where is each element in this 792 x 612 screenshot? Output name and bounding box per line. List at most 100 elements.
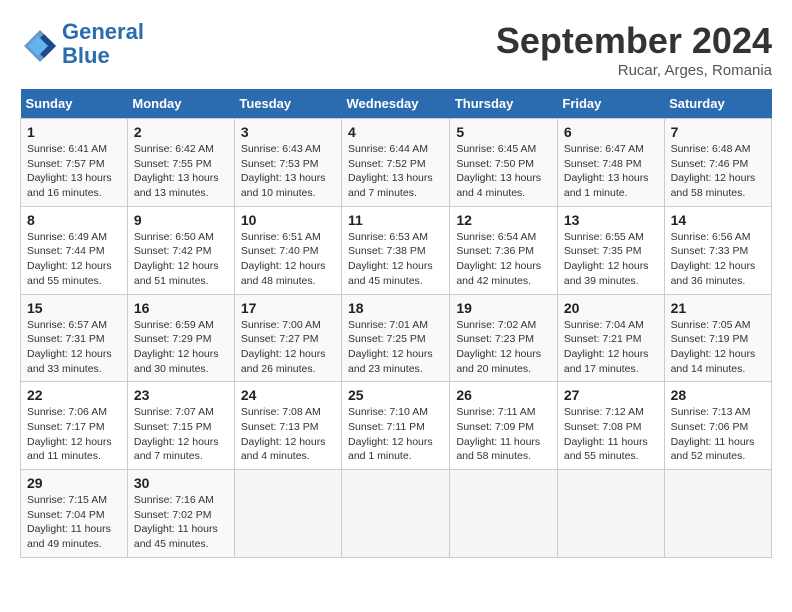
day-info: Sunrise: 7:04 AM Sunset: 7:21 PM Dayligh… bbox=[564, 318, 658, 377]
logo-icon bbox=[20, 26, 56, 62]
logo: General Blue bbox=[20, 20, 144, 68]
day-info: Sunrise: 6:48 AM Sunset: 7:46 PM Dayligh… bbox=[671, 142, 765, 201]
day-number: 29 bbox=[27, 475, 121, 491]
day-number: 3 bbox=[241, 124, 335, 140]
day-number: 17 bbox=[241, 300, 335, 316]
day-info: Sunrise: 6:43 AM Sunset: 7:53 PM Dayligh… bbox=[241, 142, 335, 201]
day-number: 28 bbox=[671, 387, 765, 403]
calendar-cell: 12 Sunrise: 6:54 AM Sunset: 7:36 PM Dayli… bbox=[450, 206, 558, 294]
calendar-week-row: 29Sunrise: 7:15 AM Sunset: 7:04 PM Dayli… bbox=[21, 470, 772, 558]
calendar-cell: 23 Sunrise: 7:07 AM Sunset: 7:15 PM Dayli… bbox=[127, 382, 234, 470]
day-number: 30 bbox=[134, 475, 228, 491]
day-number: 9 bbox=[134, 212, 228, 228]
calendar-cell: 1Sunrise: 6:41 AM Sunset: 7:57 PM Daylig… bbox=[21, 119, 128, 207]
col-header-monday: Monday bbox=[127, 89, 234, 119]
calendar-cell: 29Sunrise: 7:15 AM Sunset: 7:04 PM Dayli… bbox=[21, 470, 128, 558]
col-header-friday: Friday bbox=[557, 89, 664, 119]
day-info: Sunrise: 7:13 AM Sunset: 7:06 PM Dayligh… bbox=[671, 405, 765, 464]
day-number: 26 bbox=[456, 387, 551, 403]
calendar-cell: 9 Sunrise: 6:50 AM Sunset: 7:42 PM Daylig… bbox=[127, 206, 234, 294]
calendar-cell: 14 Sunrise: 6:56 AM Sunset: 7:33 PM Dayli… bbox=[664, 206, 771, 294]
calendar-cell: 28 Sunrise: 7:13 AM Sunset: 7:06 PM Dayli… bbox=[664, 382, 771, 470]
day-number: 12 bbox=[456, 212, 551, 228]
col-header-sunday: Sunday bbox=[21, 89, 128, 119]
calendar-cell: 4Sunrise: 6:44 AM Sunset: 7:52 PM Daylig… bbox=[341, 119, 449, 207]
day-info: Sunrise: 6:45 AM Sunset: 7:50 PM Dayligh… bbox=[456, 142, 551, 201]
calendar-cell: 18 Sunrise: 7:01 AM Sunset: 7:25 PM Dayli… bbox=[341, 294, 449, 382]
day-number: 21 bbox=[671, 300, 765, 316]
day-number: 13 bbox=[564, 212, 658, 228]
calendar-cell bbox=[450, 470, 558, 558]
day-number: 23 bbox=[134, 387, 228, 403]
calendar-cell: 10 Sunrise: 6:51 AM Sunset: 7:40 PM Dayli… bbox=[234, 206, 341, 294]
calendar-cell: 13Sunrise: 6:55 AM Sunset: 7:35 PM Dayli… bbox=[557, 206, 664, 294]
day-number: 14 bbox=[671, 212, 765, 228]
month-title: September 2024 bbox=[496, 20, 772, 62]
location: Rucar, Arges, Romania bbox=[496, 62, 772, 79]
calendar-cell: 11 Sunrise: 6:53 AM Sunset: 7:38 PM Dayli… bbox=[341, 206, 449, 294]
day-number: 27 bbox=[564, 387, 658, 403]
day-info: Sunrise: 7:07 AM Sunset: 7:15 PM Dayligh… bbox=[134, 405, 228, 464]
day-info: Sunrise: 7:05 AM Sunset: 7:19 PM Dayligh… bbox=[671, 318, 765, 377]
calendar-cell: 8Sunrise: 6:49 AM Sunset: 7:44 PM Daylig… bbox=[21, 206, 128, 294]
calendar-cell bbox=[341, 470, 449, 558]
calendar-table: SundayMondayTuesdayWednesdayThursdayFrid… bbox=[20, 89, 772, 558]
calendar-week-row: 15 Sunrise: 6:57 AM Sunset: 7:31 PM Dayli… bbox=[21, 294, 772, 382]
calendar-cell: 30 Sunrise: 7:16 AM Sunset: 7:02 PM Dayli… bbox=[127, 470, 234, 558]
day-info: Sunrise: 7:06 AM Sunset: 7:17 PM Dayligh… bbox=[27, 405, 121, 464]
day-info: Sunrise: 7:01 AM Sunset: 7:25 PM Dayligh… bbox=[348, 318, 443, 377]
day-number: 11 bbox=[348, 212, 443, 228]
day-info: Sunrise: 6:56 AM Sunset: 7:33 PM Dayligh… bbox=[671, 230, 765, 289]
col-header-tuesday: Tuesday bbox=[234, 89, 341, 119]
calendar-cell: 24 Sunrise: 7:08 AM Sunset: 7:13 PM Dayli… bbox=[234, 382, 341, 470]
day-number: 10 bbox=[241, 212, 335, 228]
day-info: Sunrise: 6:42 AM Sunset: 7:55 PM Dayligh… bbox=[134, 142, 228, 201]
day-number: 15 bbox=[27, 300, 121, 316]
day-info: Sunrise: 6:53 AM Sunset: 7:38 PM Dayligh… bbox=[348, 230, 443, 289]
day-info: Sunrise: 7:10 AM Sunset: 7:11 PM Dayligh… bbox=[348, 405, 443, 464]
calendar-cell: 17 Sunrise: 7:00 AM Sunset: 7:27 PM Dayli… bbox=[234, 294, 341, 382]
day-number: 7 bbox=[671, 124, 765, 140]
day-number: 24 bbox=[241, 387, 335, 403]
calendar-cell: 25 Sunrise: 7:10 AM Sunset: 7:11 PM Dayli… bbox=[341, 382, 449, 470]
day-info: Sunrise: 7:12 AM Sunset: 7:08 PM Dayligh… bbox=[564, 405, 658, 464]
page-header: General Blue September 2024 Rucar, Arges… bbox=[20, 20, 772, 79]
day-number: 6 bbox=[564, 124, 658, 140]
day-number: 18 bbox=[348, 300, 443, 316]
day-number: 5 bbox=[456, 124, 551, 140]
day-number: 16 bbox=[134, 300, 228, 316]
day-number: 1 bbox=[27, 124, 121, 140]
calendar-cell: 26 Sunrise: 7:11 AM Sunset: 7:09 PM Dayli… bbox=[450, 382, 558, 470]
calendar-week-row: 8Sunrise: 6:49 AM Sunset: 7:44 PM Daylig… bbox=[21, 206, 772, 294]
day-info: Sunrise: 6:50 AM Sunset: 7:42 PM Dayligh… bbox=[134, 230, 228, 289]
day-info: Sunrise: 6:51 AM Sunset: 7:40 PM Dayligh… bbox=[241, 230, 335, 289]
day-info: Sunrise: 6:49 AM Sunset: 7:44 PM Dayligh… bbox=[27, 230, 121, 289]
day-info: Sunrise: 7:08 AM Sunset: 7:13 PM Dayligh… bbox=[241, 405, 335, 464]
calendar-cell: 3 Sunrise: 6:43 AM Sunset: 7:53 PM Daylig… bbox=[234, 119, 341, 207]
calendar-cell: 2 Sunrise: 6:42 AM Sunset: 7:55 PM Daylig… bbox=[127, 119, 234, 207]
logo-text: General Blue bbox=[62, 20, 144, 68]
calendar-cell: 6 Sunrise: 6:47 AM Sunset: 7:48 PM Daylig… bbox=[557, 119, 664, 207]
day-info: Sunrise: 7:16 AM Sunset: 7:02 PM Dayligh… bbox=[134, 493, 228, 552]
day-number: 2 bbox=[134, 124, 228, 140]
calendar-cell: 19Sunrise: 7:02 AM Sunset: 7:23 PM Dayli… bbox=[450, 294, 558, 382]
day-number: 25 bbox=[348, 387, 443, 403]
calendar-cell: 27 Sunrise: 7:12 AM Sunset: 7:08 PM Dayli… bbox=[557, 382, 664, 470]
calendar-cell: 20Sunrise: 7:04 AM Sunset: 7:21 PM Dayli… bbox=[557, 294, 664, 382]
day-info: Sunrise: 7:00 AM Sunset: 7:27 PM Dayligh… bbox=[241, 318, 335, 377]
calendar-week-row: 22 Sunrise: 7:06 AM Sunset: 7:17 PM Dayli… bbox=[21, 382, 772, 470]
day-info: Sunrise: 6:57 AM Sunset: 7:31 PM Dayligh… bbox=[27, 318, 121, 377]
day-info: Sunrise: 7:11 AM Sunset: 7:09 PM Dayligh… bbox=[456, 405, 551, 464]
day-number: 4 bbox=[348, 124, 443, 140]
day-info: Sunrise: 6:47 AM Sunset: 7:48 PM Dayligh… bbox=[564, 142, 658, 201]
calendar-cell bbox=[557, 470, 664, 558]
calendar-cell: 7 Sunrise: 6:48 AM Sunset: 7:46 PM Daylig… bbox=[664, 119, 771, 207]
day-info: Sunrise: 7:02 AM Sunset: 7:23 PM Dayligh… bbox=[456, 318, 551, 377]
calendar-cell bbox=[664, 470, 771, 558]
calendar-cell: 15 Sunrise: 6:57 AM Sunset: 7:31 PM Dayli… bbox=[21, 294, 128, 382]
day-info: Sunrise: 6:54 AM Sunset: 7:36 PM Dayligh… bbox=[456, 230, 551, 289]
calendar-cell: 5 Sunrise: 6:45 AM Sunset: 7:50 PM Daylig… bbox=[450, 119, 558, 207]
day-number: 22 bbox=[27, 387, 121, 403]
col-header-thursday: Thursday bbox=[450, 89, 558, 119]
calendar-week-row: 1Sunrise: 6:41 AM Sunset: 7:57 PM Daylig… bbox=[21, 119, 772, 207]
